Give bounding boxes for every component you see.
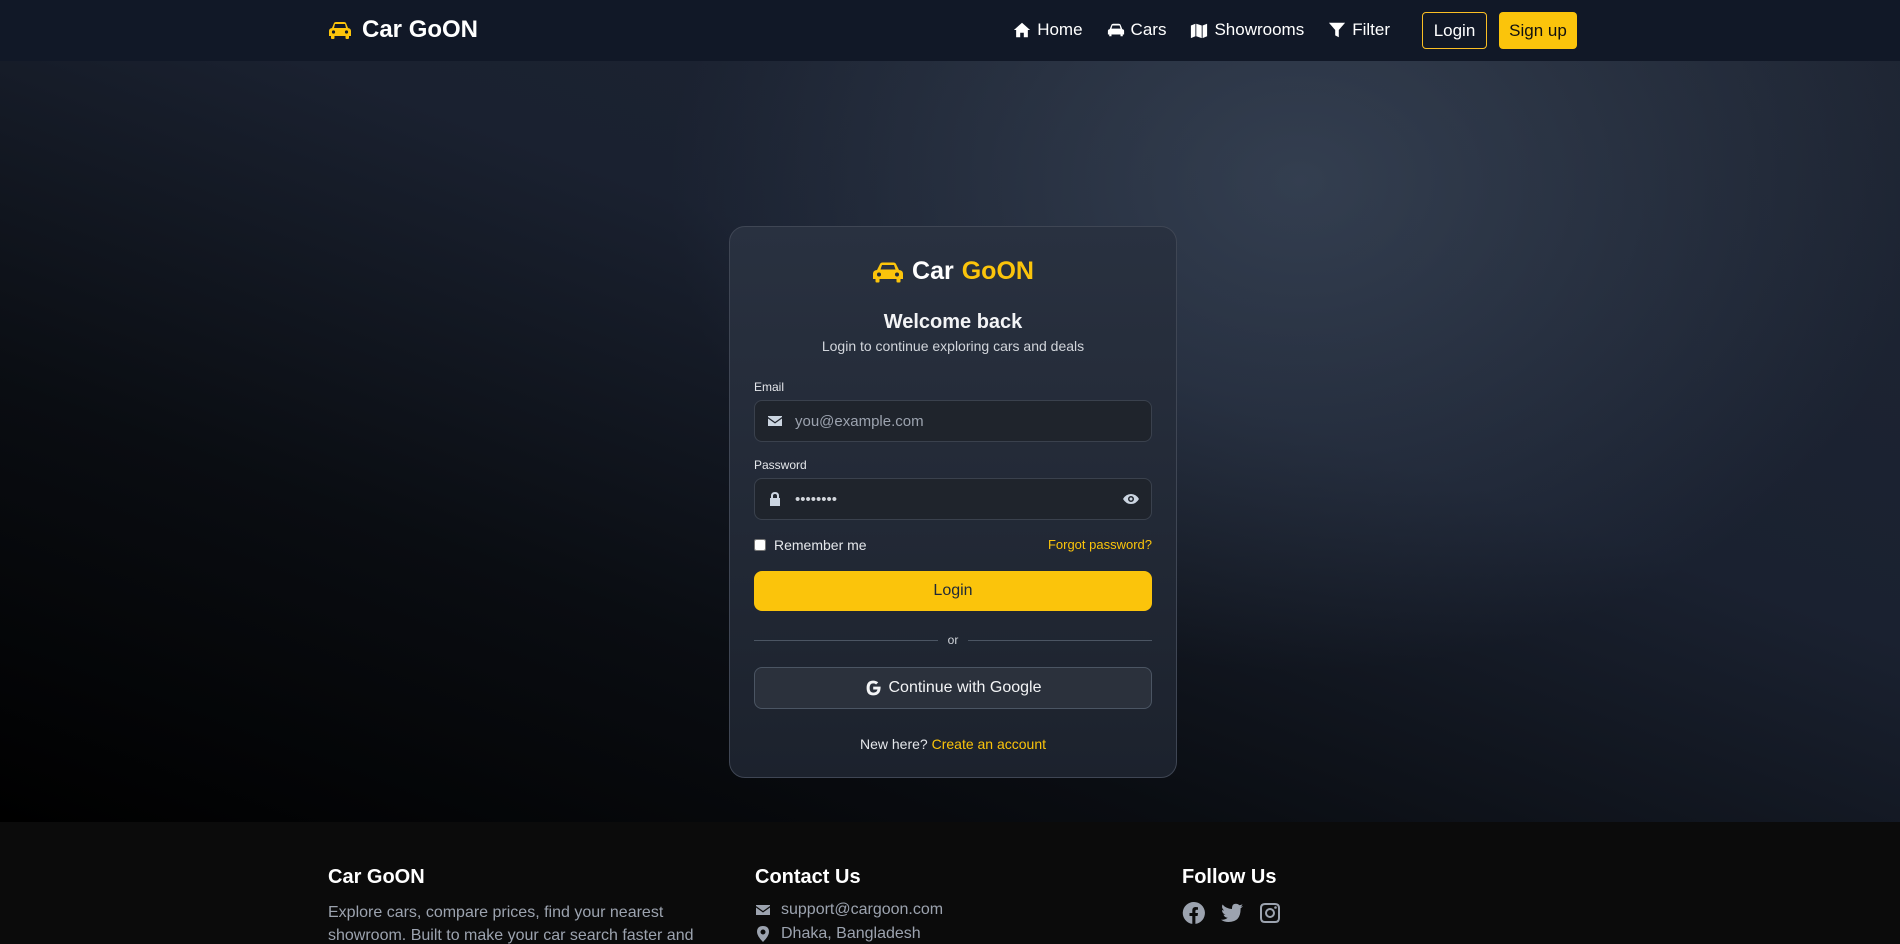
footer-email[interactable]: support@cargoon.com: [755, 901, 943, 919]
social-links: [1182, 901, 1282, 925]
login-subtitle: Login to continue exploring cars and dea…: [821, 338, 1085, 354]
taxi-icon: [873, 262, 904, 282]
taxi-icon: [329, 22, 351, 39]
filter-icon: [1329, 22, 1346, 38]
or-divider: or: [754, 632, 1153, 648]
card-brand-car: Car: [912, 257, 954, 285]
divider-line-right: [968, 639, 1153, 641]
password-input[interactable]: [795, 490, 1123, 508]
nav-showrooms-label: Showrooms: [1214, 20, 1305, 39]
envelope-icon: [768, 416, 782, 426]
footer-follow: Follow Us: [1182, 866, 1282, 925]
facebook-icon[interactable]: [1182, 901, 1206, 925]
navbar-signup-button[interactable]: Sign up: [1499, 12, 1577, 49]
email-input[interactable]: [795, 412, 1151, 430]
email-label: Email: [754, 380, 785, 394]
nav-cars-label: Cars: [1130, 20, 1167, 39]
footer-location-text: Dhaka, Bangladesh: [781, 925, 921, 942]
footer: Car GoON Explore cars, compare prices, f…: [0, 822, 1900, 944]
footer-contact-title: Contact Us: [755, 866, 861, 888]
footer-contact: Contact Us support@cargoon.com Dhaka, Ba…: [755, 866, 943, 943]
nav-cars[interactable]: Cars: [1107, 20, 1167, 40]
location-pin-icon: [757, 926, 769, 942]
nav-home-label: Home: [1037, 20, 1083, 39]
nav-filter[interactable]: Filter: [1328, 20, 1390, 40]
remember-me-checkbox[interactable]: [754, 539, 766, 551]
nav-filter-label: Filter: [1352, 20, 1390, 39]
lock-icon: [770, 492, 780, 506]
new-here-text: New here?: [860, 736, 928, 752]
footer-email-text: support@cargoon.com: [781, 901, 944, 918]
navbar-login-button[interactable]: Login: [1422, 12, 1487, 49]
card-brand: Car GoON: [730, 257, 1176, 286]
nav-showrooms[interactable]: Showrooms: [1190, 20, 1304, 40]
navbar-brand-text: Car GoON: [362, 16, 479, 43]
password-label: Password: [754, 458, 807, 472]
divider-label: or: [947, 633, 959, 647]
footer-about: Car GoON Explore cars, compare prices, f…: [328, 866, 708, 944]
login-card: Car GoON Welcome back Login to continue …: [729, 226, 1177, 778]
navbar-brand[interactable]: Car GoON: [328, 16, 478, 44]
password-field-wrapper: [754, 478, 1152, 520]
google-login-label: Continue with Google: [888, 679, 1042, 696]
create-account-link[interactable]: Create an account: [932, 736, 1046, 752]
twitter-icon[interactable]: [1220, 901, 1244, 925]
login-button[interactable]: Login: [754, 571, 1152, 611]
footer-follow-title: Follow Us: [1182, 866, 1277, 888]
hero-section: Car GoON Welcome back Login to continue …: [0, 61, 1900, 822]
card-brand-goon: GoON: [961, 257, 1034, 285]
footer-description: Explore cars, compare prices, find your …: [328, 904, 694, 944]
email-field-wrapper: [754, 400, 1152, 442]
signup-prompt: New here? Create an account: [730, 736, 1176, 752]
instagram-icon[interactable]: [1258, 901, 1282, 925]
footer-brand: Car GoON: [328, 866, 425, 888]
divider-line-left: [754, 639, 938, 641]
google-login-button[interactable]: Continue with Google: [754, 667, 1152, 709]
top-navbar: Car GoON Home Cars Showrooms Filter Logi…: [0, 0, 1900, 61]
car-icon: [1107, 23, 1124, 37]
main-nav: Home Cars Showrooms Filter: [1013, 20, 1390, 40]
login-title: Welcome back: [883, 311, 1023, 333]
remember-me[interactable]: Remember me: [754, 537, 867, 553]
google-icon: [866, 680, 881, 696]
eye-icon[interactable]: [1123, 491, 1139, 507]
remember-me-label: Remember me: [774, 537, 867, 553]
map-icon: [1191, 23, 1208, 39]
forgot-password-link[interactable]: Forgot password?: [1048, 537, 1152, 552]
nav-home[interactable]: Home: [1013, 20, 1083, 40]
footer-location: Dhaka, Bangladesh: [755, 925, 943, 943]
home-icon: [1014, 22, 1031, 38]
envelope-icon: [756, 905, 770, 915]
